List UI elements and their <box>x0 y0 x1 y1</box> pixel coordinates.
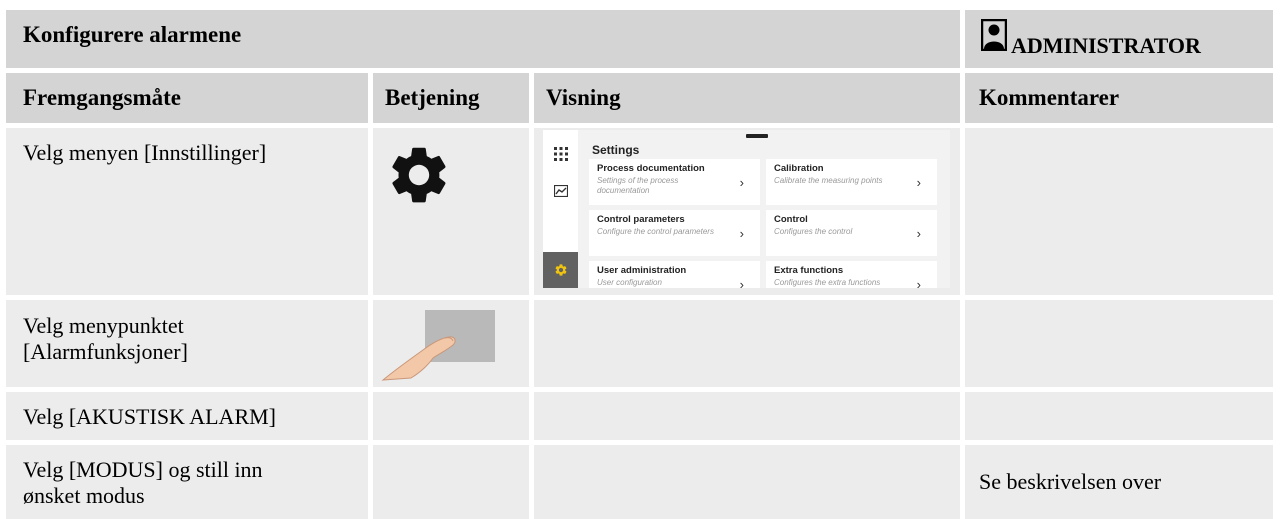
person-icon <box>981 19 1007 51</box>
settings-screenshot: Settings Process documentation Settings … <box>543 130 950 288</box>
column-header-label: Kommentarer <box>979 85 1120 110</box>
finger-tap-icon <box>381 310 495 381</box>
tile-title: Calibration <box>774 163 824 174</box>
tile-subtitle: Settings of the process documentation <box>597 176 679 195</box>
column-header-display: Visning <box>534 73 960 123</box>
chevron-right-icon: › <box>739 175 744 190</box>
side-nav <box>543 130 578 288</box>
table-row-1-comment <box>965 128 1273 295</box>
page-title: Konfigurere alarmene <box>23 22 242 47</box>
gear-icon <box>555 264 567 276</box>
chart-icon[interactable] <box>554 185 568 197</box>
tile-control[interactable]: Control Configures the control › <box>766 210 937 256</box>
apps-grid-icon[interactable] <box>554 147 568 161</box>
table-row-2-comment <box>965 300 1273 387</box>
tile-control-parameters[interactable]: Control parameters Configure the control… <box>589 210 760 256</box>
role-label: ADMINISTRATOR <box>1011 33 1201 58</box>
column-header-label: Fremgangsmåte <box>23 85 181 110</box>
table-row-3-procedure: Velg [AKUSTISK ALARM] <box>6 392 368 440</box>
column-header-label: Betjening <box>385 85 480 110</box>
header-title-cell: Konfigurere alarmene <box>6 10 960 68</box>
chevron-right-icon: › <box>916 226 921 241</box>
tile-subtitle: Configures the extra functions <box>774 278 881 287</box>
tile-title: Extra functions <box>774 265 844 276</box>
table-row-2-operation <box>373 300 529 387</box>
table-row-4-operation <box>373 445 529 519</box>
drag-handle <box>746 134 768 138</box>
tile-subtitle: Configures the control <box>774 227 853 236</box>
settings-nav-active[interactable] <box>543 252 578 288</box>
tile-title: User administration <box>597 265 687 276</box>
chevron-right-icon: › <box>916 175 921 190</box>
table-row-2-procedure: Velg menypunktet [Alarmfunksjoner] <box>6 300 368 387</box>
procedure-text: Velg [MODUS] og still inn ønsket modus <box>23 457 263 508</box>
tile-calibration[interactable]: Calibration Calibrate the measuring poin… <box>766 159 937 205</box>
tile-process-documentation[interactable]: Process documentation Settings of the pr… <box>589 159 760 205</box>
table-row-4-display <box>534 445 960 519</box>
table-row-2-display <box>534 300 960 387</box>
tile-user-administration[interactable]: User administration User configuration › <box>589 261 760 288</box>
column-header-comments: Kommentarer <box>965 73 1273 123</box>
tile-subtitle: Calibrate the measuring points <box>774 176 883 185</box>
procedure-text: Velg menypunktet [Alarmfunksjoner] <box>23 313 188 364</box>
gear-icon <box>392 147 446 203</box>
procedure-text: Velg menyen [Innstillinger] <box>23 140 267 165</box>
comment-text: Se beskrivelsen over <box>979 469 1162 494</box>
table-row-1-operation <box>373 128 529 295</box>
column-header-operation: Betjening <box>373 73 529 123</box>
chevron-right-icon: › <box>739 277 744 288</box>
tile-subtitle: User configuration <box>597 278 662 287</box>
table-row-3-display <box>534 392 960 440</box>
tile-extra-functions[interactable]: Extra functions Configures the extra fun… <box>766 261 937 288</box>
chevron-right-icon: › <box>916 277 921 288</box>
chevron-right-icon: › <box>739 226 744 241</box>
procedure-text: Velg [AKUSTISK ALARM] <box>23 404 276 429</box>
tile-subtitle: Configure the control parameters <box>597 227 714 236</box>
header-role-cell: ADMINISTRATOR <box>965 10 1273 68</box>
table-row-1-procedure: Velg menyen [Innstillinger] <box>6 128 368 295</box>
settings-title: Settings <box>592 143 640 157</box>
tile-title: Control parameters <box>597 214 685 225</box>
tile-title: Control <box>774 214 808 225</box>
column-header-procedure: Fremgangsmåte <box>6 73 368 123</box>
tile-title: Process documentation <box>597 163 705 174</box>
table-row-4-comment: Se beskrivelsen over <box>965 445 1273 519</box>
table-row-4-procedure: Velg [MODUS] og still inn ønsket modus <box>6 445 368 519</box>
column-header-label: Visning <box>546 85 621 110</box>
table-row-3-operation <box>373 392 529 440</box>
table-row-3-comment <box>965 392 1273 440</box>
